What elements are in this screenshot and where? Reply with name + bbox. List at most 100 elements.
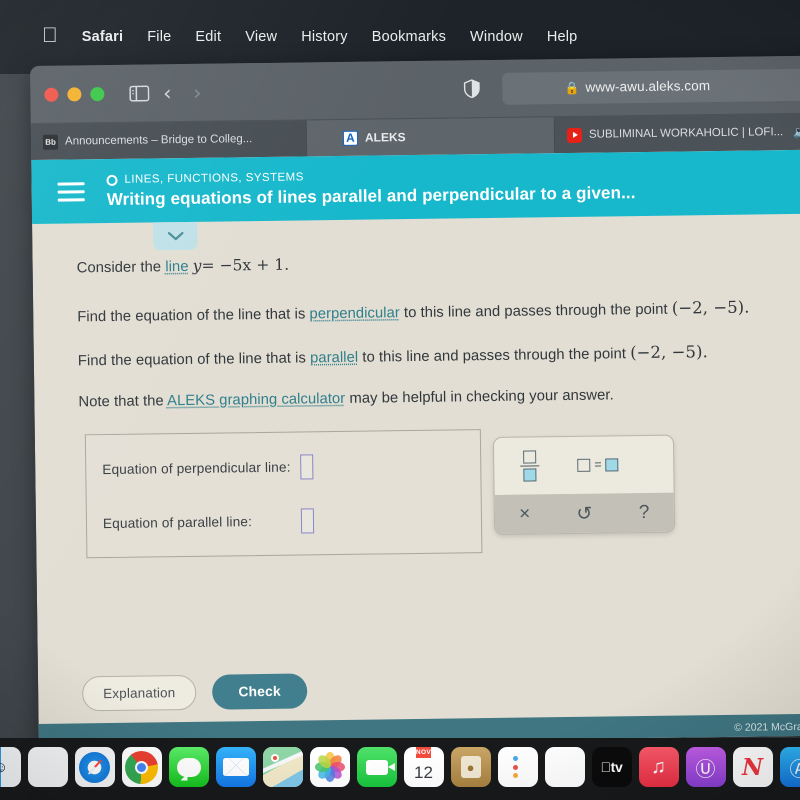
- maximize-window-button[interactable]: [90, 86, 105, 101]
- problem-line-2: Find the equation of the line that is pe…: [77, 296, 795, 328]
- answer-box: Equation of perpendicular line: Equation…: [84, 429, 483, 559]
- aleks-page: LINES, FUNCTIONS, SYSTEMS Writing equati…: [31, 149, 800, 746]
- line1-eq-y: y: [192, 256, 202, 275]
- dock-item-launchpad[interactable]: [27, 747, 68, 787]
- math-keypad-actions: × ↺ ?: [494, 492, 675, 535]
- forward-button[interactable]: ›: [182, 80, 212, 104]
- equals-sign-icon: =: [594, 457, 602, 473]
- minimize-window-button[interactable]: [67, 86, 82, 102]
- aleks-header: LINES, FUNCTIONS, SYSTEMS Writing equati…: [31, 149, 800, 224]
- tab-label: SUBLIMINAL WORKAHOLIC | LOFI...: [588, 126, 784, 141]
- line1-pre: Consider the: [76, 259, 166, 277]
- safari-window: ‹ › 🔒 www-awu.aleks.com Bb Announcements…: [30, 55, 800, 746]
- dock-item-notes[interactable]: [544, 747, 585, 787]
- dock-item-appstore[interactable]: Ⓐ: [779, 747, 800, 787]
- address-bar[interactable]: 🔒 www-awu.aleks.com: [502, 68, 800, 105]
- line1-eq-rest: = −5x + 1.: [201, 255, 290, 275]
- dock-item-calendar[interactable]: NOV 12: [403, 747, 444, 787]
- reminders-icon: [513, 756, 522, 761]
- dock-item-chrome[interactable]: [121, 747, 162, 787]
- explanation-button[interactable]: Explanation: [81, 674, 197, 712]
- address-bar-url: www-awu.aleks.com: [585, 78, 711, 95]
- dock-item-music[interactable]: ♫: [638, 747, 679, 787]
- answer-row-parallel: Equation of parallel line:: [103, 508, 315, 536]
- sidebar-toggle-icon[interactable]: [126, 80, 152, 106]
- menu-item-history[interactable]: History: [301, 29, 348, 45]
- dock-item-maps[interactable]: [262, 747, 303, 787]
- equation-button[interactable]: =: [577, 457, 619, 473]
- back-button[interactable]: ‹: [152, 81, 182, 105]
- apple-menu-icon[interactable]: : [42, 25, 58, 46]
- tab-audio-icon[interactable]: 🔈: [793, 125, 800, 139]
- line2-point: (−2, −5).: [671, 297, 750, 318]
- appletv-icon: tv: [600, 759, 622, 775]
- news-icon: N: [741, 753, 764, 781]
- menu-item-help[interactable]: Help: [547, 29, 578, 45]
- copyright-text: © 2021 McGraw H: [734, 720, 800, 734]
- aleks-header-text: LINES, FUNCTIONS, SYSTEMS Writing equati…: [106, 165, 636, 210]
- action-buttons: Explanation Check: [81, 673, 308, 712]
- dock-item-contacts[interactable]: ●: [450, 747, 491, 787]
- menu-item-window[interactable]: Window: [470, 29, 523, 45]
- menu-item-edit[interactable]: Edit: [195, 29, 221, 45]
- dock-item-facetime[interactable]: [356, 747, 397, 787]
- problem-line-4: Note that the ALEKS graphing calculator …: [78, 384, 796, 413]
- finder-icon: ☺: [0, 758, 9, 776]
- line3-mid: to this line and passes through the poin…: [358, 346, 631, 366]
- answer-row-perpendicular: Equation of perpendicular line:: [102, 454, 314, 482]
- line2-mid: to this line and passes through the poin…: [399, 301, 672, 322]
- dock-item-podcasts[interactable]: Ⓤ: [685, 747, 726, 787]
- dock-item-photos[interactable]: [309, 747, 350, 787]
- check-button[interactable]: Check: [212, 673, 308, 710]
- dock-item-mail[interactable]: [215, 747, 256, 787]
- fraction-denominator-icon: [523, 468, 537, 482]
- macos-dock: ☺ NOV 12 ● tv ♫ Ⓤ N Ⓐ: [0, 738, 800, 800]
- close-window-button[interactable]: [44, 87, 59, 102]
- page-title: Writing equations of lines parallel and …: [106, 183, 636, 210]
- link-line[interactable]: line: [165, 259, 188, 275]
- equation-left-icon: [577, 458, 591, 472]
- link-perpendicular[interactable]: perpendicular: [309, 305, 400, 322]
- menu-item-safari[interactable]: Safari: [82, 29, 124, 45]
- youtube-favicon-icon: [566, 127, 583, 143]
- tab-announcements[interactable]: Bb Announcements – Bridge to Colleg...: [30, 120, 308, 160]
- line3-point: (−2, −5).: [629, 342, 708, 363]
- answer-area: Equation of perpendicular line: Equation…: [79, 425, 797, 559]
- menu-hamburger-icon[interactable]: [57, 181, 85, 202]
- dock-item-finder[interactable]: ☺: [0, 747, 21, 787]
- link-graphing-calculator[interactable]: ALEKS graphing calculator: [167, 391, 345, 409]
- help-button[interactable]: ?: [624, 502, 664, 525]
- privacy-shield-icon[interactable]: [458, 76, 484, 102]
- clear-button[interactable]: ×: [505, 504, 545, 527]
- menu-item-view[interactable]: View: [245, 29, 277, 45]
- tab-youtube[interactable]: SUBLIMINAL WORKAHOLIC | LOFI... 🔈: [554, 113, 800, 154]
- desktop-screen:  Safari File Edit View History Bookmark…: [0, 0, 800, 800]
- topic-status-icon: [106, 174, 118, 186]
- menu-item-bookmarks[interactable]: Bookmarks: [372, 29, 446, 45]
- dock-item-safari[interactable]: [74, 747, 115, 787]
- menu-item-file[interactable]: File: [147, 29, 171, 45]
- dock-item-reminders[interactable]: [497, 747, 538, 787]
- aleks-favicon-icon: A: [342, 130, 359, 146]
- perpendicular-label: Equation of perpendicular line:: [102, 459, 291, 477]
- dock-item-news[interactable]: N: [732, 747, 773, 787]
- parallel-input[interactable]: [300, 508, 315, 534]
- fraction-numerator-icon: [523, 449, 537, 464]
- undo-button[interactable]: ↺: [564, 502, 604, 526]
- math-keypad-symbols: =: [494, 435, 674, 494]
- chrome-icon: [125, 750, 158, 784]
- problem-line-3: Find the equation of the line that is pa…: [78, 340, 796, 372]
- chevron-down-icon: [167, 231, 183, 241]
- problem-line-1: Consider the line y= −5x + 1.: [77, 248, 795, 279]
- dock-item-tv[interactable]: tv: [591, 747, 632, 787]
- expand-panel-button[interactable]: [153, 221, 198, 251]
- window-controls: [44, 86, 105, 102]
- calendar-day-label: 12: [414, 762, 433, 782]
- appstore-icon: Ⓐ: [789, 758, 800, 781]
- fraction-button[interactable]: [520, 449, 540, 482]
- dock-item-messages[interactable]: [168, 747, 209, 787]
- tab-aleks[interactable]: A ALEKS: [306, 117, 556, 157]
- perpendicular-input[interactable]: [300, 454, 314, 480]
- link-parallel[interactable]: parallel: [310, 350, 358, 367]
- calendar-month-label: NOV: [415, 747, 432, 758]
